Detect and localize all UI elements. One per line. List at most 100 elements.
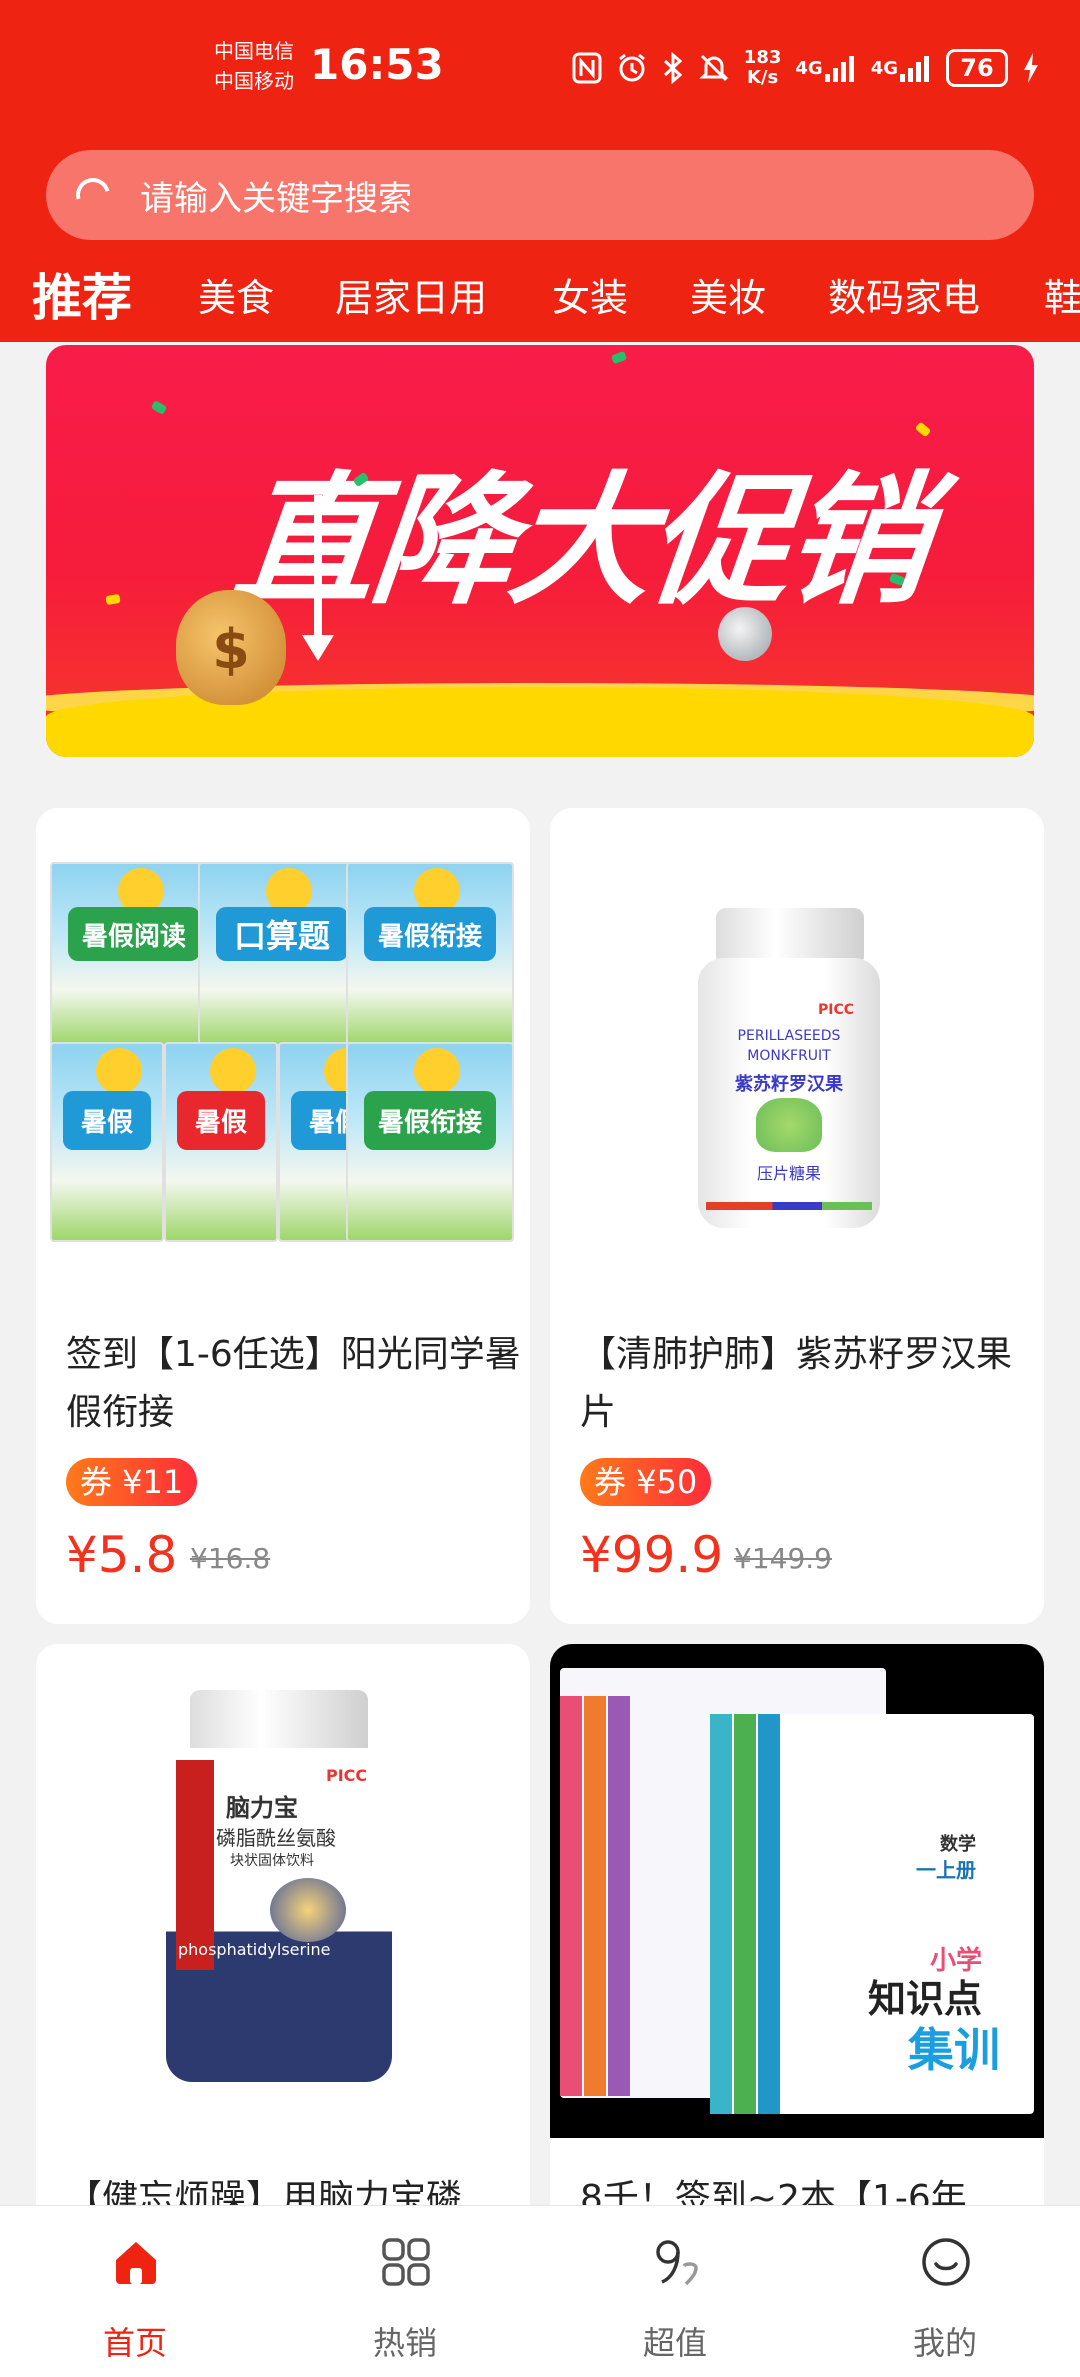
network-speed-value: 183 bbox=[743, 47, 782, 68]
tab-recommend[interactable]: 推荐 bbox=[32, 262, 132, 334]
tab-electronics[interactable]: 数码家电 bbox=[828, 262, 980, 334]
alarm-icon bbox=[616, 52, 648, 84]
tab-food[interactable]: 美食 bbox=[198, 262, 274, 334]
tab-beauty[interactable]: 美妆 bbox=[690, 262, 766, 334]
label-stripe bbox=[706, 1202, 872, 1210]
label-text-en-1: PERILLASEEDS bbox=[737, 1028, 841, 1044]
signal-icon-1: 4G bbox=[795, 54, 856, 82]
tab-womens-clothing[interactable]: 女装 bbox=[552, 262, 628, 334]
smile-icon bbox=[922, 2238, 970, 2286]
status-bar: 中国电信 中国移动 16:53 183 K/s 4G 4G 76 bbox=[0, 0, 1080, 140]
book-cover: 暑假衔接 bbox=[346, 1042, 514, 1242]
bottom-navigation: 首页 热销 超值 我的 bbox=[0, 2205, 1080, 2377]
cover-title-3: 集训 bbox=[908, 2023, 1000, 2077]
nine-nine-icon bbox=[656, 2240, 698, 2286]
product-title: 签到【1-6任选】阳光同学暑假衔接 bbox=[66, 1334, 521, 1433]
product-price: ¥5.8 bbox=[66, 1526, 178, 1584]
book-title: 暑假衔接 bbox=[364, 1091, 496, 1150]
network-speed-unit: K/s bbox=[746, 67, 779, 88]
arrow-down-icon bbox=[302, 495, 334, 661]
book-cover: 暑假 bbox=[50, 1042, 164, 1242]
nav-value-label: 超值 bbox=[642, 2324, 707, 2362]
nav-hot-sales-label: 热销 bbox=[372, 2324, 437, 2362]
product-image: 数学 一上册 小学 知识点 集训 bbox=[550, 1644, 1044, 2138]
sun-decoration bbox=[96, 1047, 142, 1094]
product-price: ¥99.9 bbox=[580, 1526, 724, 1584]
status-icons: 183 K/s 4G 4G 76 bbox=[572, 46, 1040, 90]
product-image: PICC 脑力宝 磷脂酰丝氨酸 块状固体饮料 phosphatidylserin… bbox=[36, 1644, 530, 2114]
book-title: 暑假衔接 bbox=[364, 907, 496, 962]
label-stripe bbox=[176, 1760, 214, 1970]
label-candy: 压片糖果 bbox=[756, 1164, 821, 1183]
brain-icon bbox=[270, 1878, 346, 1942]
nav-value[interactable]: 超值 bbox=[540, 2206, 810, 2377]
mute-icon bbox=[698, 52, 730, 84]
book-spine bbox=[560, 1696, 582, 2096]
product-title: 【清肺护肺】紫苏籽罗汉果片 bbox=[580, 1334, 1013, 1433]
book-spine bbox=[734, 1714, 756, 2114]
sun-decoration bbox=[210, 1047, 256, 1094]
book-cover: 暑假阅读 bbox=[50, 862, 218, 1046]
signal-icon-2: 4G bbox=[871, 54, 932, 82]
original-price: ¥16.8 bbox=[190, 1542, 271, 1575]
tab-home-goods[interactable]: 居家日用 bbox=[335, 262, 487, 334]
confetti-decoration bbox=[105, 593, 121, 606]
charging-icon bbox=[1022, 52, 1040, 84]
bottle-body: PICC PERILLASEEDS MONKFRUIT 紫苏籽罗汉果 压片糖果 bbox=[698, 958, 880, 1228]
book-spine bbox=[584, 1696, 606, 2096]
sun-decoration bbox=[413, 1047, 460, 1094]
grid-icon bbox=[382, 2238, 430, 2286]
header: 中国电信 中国移动 16:53 183 K/s 4G 4G 76 请输入关键字搜… bbox=[0, 0, 1080, 342]
battery-icon: 76 bbox=[946, 49, 1008, 87]
product-card[interactable]: 暑假阅读 口算题 暑假衔接 暑假 暑假 暑假 暑假衔接 签到【1-6任选】阳光同… bbox=[36, 808, 530, 1624]
promo-banner[interactable]: 直降大促销 $ bbox=[46, 345, 1034, 757]
book-title: 口算题 bbox=[216, 907, 348, 962]
product-card[interactable]: PICC 脑力宝 磷脂酰丝氨酸 块状固体饮料 phosphatidylserin… bbox=[36, 1644, 530, 2244]
nav-home[interactable]: 首页 bbox=[0, 2206, 270, 2377]
nav-home-label: 首页 bbox=[102, 2324, 167, 2362]
label-text-en-2: MONKFRUIT bbox=[747, 1048, 831, 1064]
home-icon bbox=[116, 2242, 156, 2284]
label-text-cn: 紫苏籽罗汉果 bbox=[735, 1074, 843, 1095]
picc-logo: PICC bbox=[326, 1766, 368, 1785]
banner-wave-decoration bbox=[46, 687, 1034, 757]
label-ingredient: 磷脂酰丝氨酸 bbox=[216, 1826, 336, 1850]
carrier-2: 中国移动 bbox=[214, 69, 294, 93]
book-spine bbox=[758, 1714, 780, 2114]
coin-icon bbox=[718, 607, 772, 661]
product-card[interactable]: PICC PERILLASEEDS MONKFRUIT 紫苏籽罗汉果 压片糖果 … bbox=[550, 808, 1044, 1624]
nav-profile[interactable]: 我的 bbox=[810, 2206, 1080, 2377]
cover-grade: 一上册 bbox=[916, 1858, 976, 1882]
bottle-body: PICC 脑力宝 磷脂酰丝氨酸 块状固体饮料 phosphatidylserin… bbox=[166, 1748, 392, 2082]
original-price: ¥149.9 bbox=[734, 1542, 832, 1575]
confetti-decoration bbox=[610, 350, 628, 365]
book-spine bbox=[710, 1714, 732, 2114]
clock: 16:53 bbox=[310, 40, 444, 89]
nfc-icon bbox=[572, 52, 602, 84]
network-speed: 183 K/s bbox=[744, 48, 782, 88]
category-tabs: 推荐 美食 居家日用 女装 美妆 数码家电 鞋 bbox=[0, 262, 1080, 334]
product-card[interactable]: 数学 一上册 小学 知识点 集训 8千！签到~2本【1-6年 bbox=[550, 1644, 1044, 2244]
book-box: 数学 一上册 小学 知识点 集训 bbox=[710, 1714, 1034, 2114]
bluetooth-icon bbox=[662, 52, 684, 84]
signal-2-label: 4G bbox=[870, 57, 898, 79]
label-text-en: phosphatidylserine bbox=[178, 1940, 331, 1959]
book-cover: 口算题 bbox=[198, 862, 366, 1046]
search-input[interactable]: 请输入关键字搜索 bbox=[46, 150, 1034, 240]
money-bag-symbol: $ bbox=[212, 618, 250, 681]
book-cover: 暑假衔接 bbox=[346, 862, 514, 1046]
book-title: 暑假 bbox=[63, 1091, 151, 1150]
picc-logo: PICC bbox=[818, 1002, 855, 1018]
tab-shoes[interactable]: 鞋 bbox=[1044, 262, 1080, 334]
coupon-badge: 券 ¥50 bbox=[580, 1458, 712, 1506]
carrier-names: 中国电信 中国移动 bbox=[214, 36, 294, 96]
money-bag-icon: $ bbox=[176, 590, 286, 705]
label-brand: 脑力宝 bbox=[226, 1794, 298, 1822]
confetti-decoration bbox=[150, 400, 168, 415]
search-placeholder: 请输入关键字搜索 bbox=[140, 178, 412, 219]
nav-hot-sales[interactable]: 热销 bbox=[270, 2206, 540, 2377]
nav-profile-label: 我的 bbox=[912, 2324, 977, 2362]
product-image: PICC PERILLASEEDS MONKFRUIT 紫苏籽罗汉果 压片糖果 bbox=[550, 808, 1044, 1278]
lungs-icon bbox=[756, 1098, 822, 1152]
book-title: 暑假阅读 bbox=[68, 907, 200, 962]
